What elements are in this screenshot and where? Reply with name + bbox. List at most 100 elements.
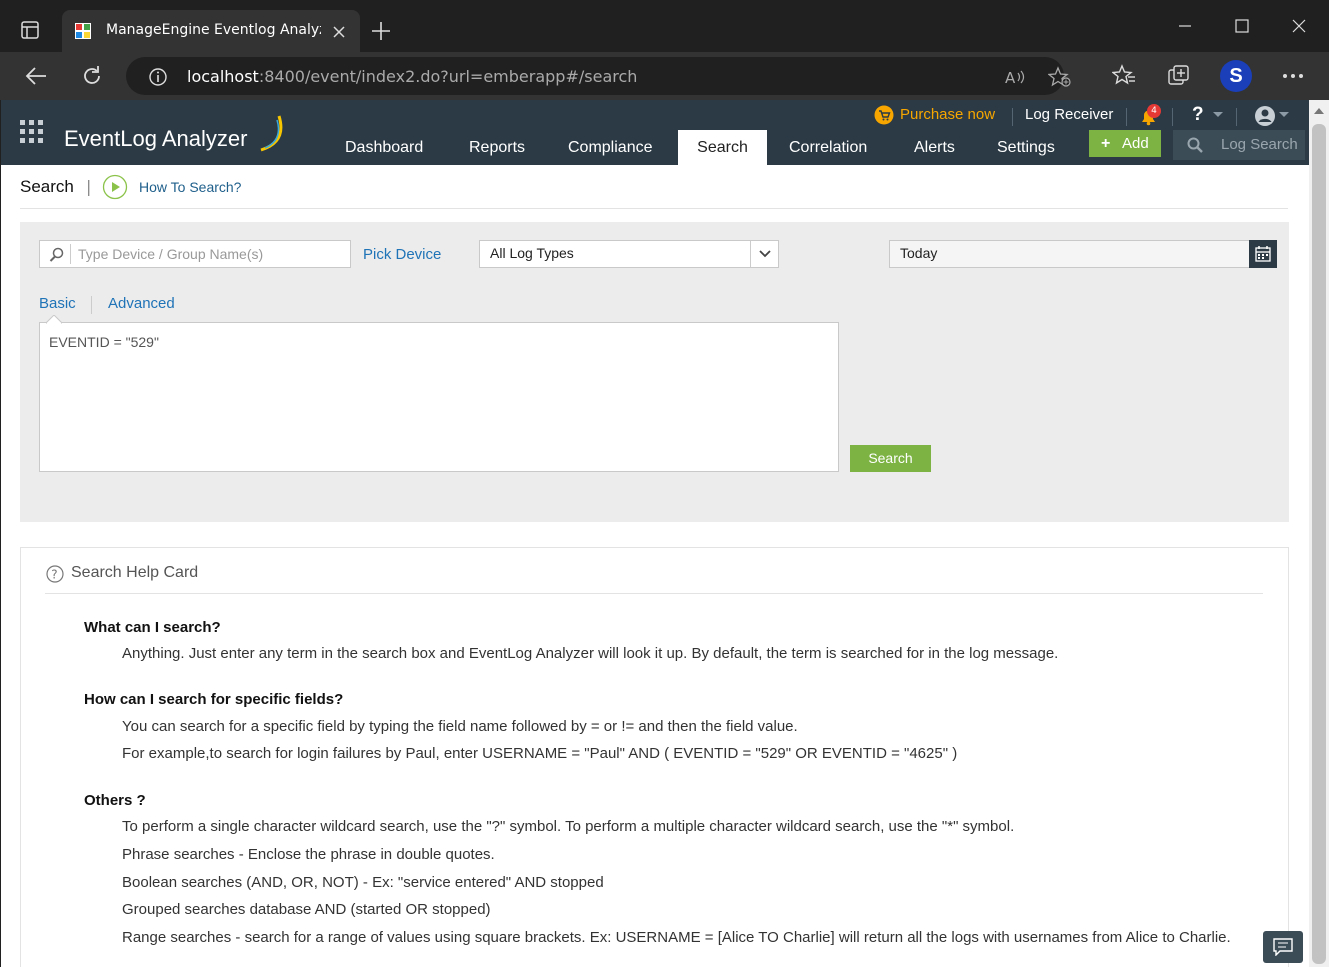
log-search-box[interactable]: Log Search (1173, 130, 1305, 160)
chevron-down-icon (1279, 112, 1289, 117)
nav-alerts[interactable]: Alerts (896, 130, 973, 165)
help-answer: Boolean searches (AND, OR, NOT) - Ex: "s… (122, 874, 604, 891)
app-header: EventLog Analyzer Purchase now Log Recei… (1, 100, 1309, 165)
search-panel: Type Device / Group Name(s) Pick Device … (20, 222, 1289, 522)
search-icon (49, 247, 64, 262)
date-range-value: Today (900, 245, 938, 261)
app-logo-text: EventLog Analyzer (64, 126, 248, 151)
nav-correlation[interactable]: Correlation (771, 130, 885, 165)
help-question: How can I search for specific fields? (84, 691, 344, 708)
divider (1012, 108, 1013, 126)
calendar-button[interactable] (1249, 240, 1277, 268)
chat-button[interactable] (1263, 931, 1303, 963)
plus-icon: + (1101, 135, 1111, 152)
help-answer: Grouped searches database AND (started O… (122, 901, 491, 918)
refresh-icon[interactable] (80, 64, 104, 88)
nav-compliance[interactable]: Compliance (550, 130, 670, 165)
scrollbar[interactable] (1309, 100, 1329, 967)
browser-tab-bar: ManageEngine Eventlog Analyzer (0, 0, 1329, 52)
search-button[interactable]: Search (850, 445, 931, 472)
nav-dashboard[interactable]: Dashboard (327, 130, 441, 165)
svg-text:?: ? (51, 568, 57, 582)
title-separator: | (86, 177, 92, 196)
close-tab-icon[interactable] (332, 25, 346, 39)
favicon-icon (75, 23, 91, 39)
divider (1172, 108, 1173, 126)
help-card-title: Search Help Card (71, 564, 199, 581)
play-circle-icon[interactable] (102, 174, 128, 200)
purchase-now-link[interactable]: Purchase now (900, 106, 995, 123)
how-to-search-link[interactable]: How To Search? (139, 179, 241, 195)
tab-basic[interactable]: Basic (39, 295, 76, 312)
log-type-select[interactable]: All Log Types (479, 240, 779, 268)
svg-text:A: A (1005, 69, 1016, 86)
help-question: Others ? (84, 792, 146, 809)
add-favorite-icon[interactable] (1048, 66, 1072, 88)
chevron-down-icon (759, 250, 771, 258)
help-menu[interactable]: ? (1192, 104, 1204, 126)
help-question: What can I search? (84, 619, 221, 636)
app-launcher-icon[interactable] (20, 120, 44, 144)
calendar-icon (1255, 246, 1271, 262)
divider (750, 241, 751, 267)
divider (1236, 108, 1237, 126)
site-info-icon[interactable] (148, 67, 168, 87)
divider (20, 208, 1288, 209)
url-text: localhost:8400/event/index2.do?url=ember… (187, 67, 637, 86)
page-title: Search (20, 177, 74, 196)
profile-avatar[interactable]: S (1220, 60, 1252, 92)
query-textarea[interactable]: EVENTID = "529" (39, 322, 839, 472)
tab-pointer (46, 315, 62, 324)
chevron-down-icon (1213, 112, 1223, 117)
question-circle-icon: ? (46, 565, 64, 583)
minimize-icon[interactable] (1177, 18, 1193, 34)
scrollbar-thumb[interactable] (1312, 124, 1326, 964)
address-bar-row: localhost:8400/event/index2.do?url=ember… (0, 52, 1329, 100)
help-answer: Anything. Just enter any term in the sea… (122, 645, 1059, 662)
notification-badge: 4 (1147, 104, 1161, 118)
url-host: localhost (187, 67, 259, 86)
read-aloud-icon[interactable]: A (1004, 68, 1026, 86)
back-icon[interactable] (24, 65, 48, 87)
help-answer: Range searches - search for a range of v… (122, 929, 1231, 946)
divider (1126, 108, 1127, 126)
help-answer: For example,to search for login failures… (122, 745, 958, 762)
close-window-icon[interactable] (1291, 18, 1307, 34)
date-range-field[interactable]: Today (889, 240, 1277, 268)
add-button[interactable]: + Add (1089, 130, 1161, 157)
divider (91, 296, 92, 314)
user-account-icon[interactable] (1254, 105, 1276, 127)
browser-tab[interactable]: ManageEngine Eventlog Analyzer (62, 10, 360, 52)
query-text: EVENTID = "529" (49, 334, 159, 350)
help-answer: To perform a single character wildcard s… (122, 818, 1015, 835)
help-answer: You can search for a specific field by t… (122, 718, 798, 735)
device-input-placeholder: Type Device / Group Name(s) (78, 246, 264, 262)
collections-icon[interactable] (1167, 64, 1191, 88)
more-menu-icon[interactable] (1282, 72, 1304, 80)
log-type-value: All Log Types (490, 245, 574, 261)
device-search-input[interactable]: Type Device / Group Name(s) (39, 240, 351, 268)
app-viewport: EventLog Analyzer Purchase now Log Recei… (1, 100, 1309, 967)
tab-title: ManageEngine Eventlog Analyzer (106, 22, 321, 38)
divider (45, 593, 1263, 594)
search-icon (1187, 137, 1203, 153)
scroll-up-icon[interactable] (1314, 108, 1324, 114)
favorites-icon[interactable] (1112, 64, 1136, 88)
maximize-icon[interactable] (1234, 18, 1250, 34)
new-tab-icon[interactable] (371, 21, 391, 41)
tab-actions-icon[interactable] (20, 20, 40, 40)
tab-advanced[interactable]: Advanced (108, 295, 175, 312)
url-field[interactable]: localhost:8400/event/index2.do?url=ember… (126, 57, 1071, 95)
nav-reports[interactable]: Reports (451, 130, 543, 165)
nav-search[interactable]: Search (678, 130, 767, 165)
log-search-label: Log Search (1221, 136, 1298, 153)
pick-device-link[interactable]: Pick Device (363, 246, 441, 263)
logo-swoosh-icon (260, 115, 283, 152)
help-answer: Phrase searches - Enclose the phrase in … (122, 846, 495, 863)
nav-settings[interactable]: Settings (979, 130, 1073, 165)
log-receiver-link[interactable]: Log Receiver (1025, 106, 1113, 123)
url-path: :8400/event/index2.do?url=emberapp#/sear… (258, 67, 638, 86)
cart-icon (874, 105, 894, 125)
chat-icon (1273, 938, 1293, 956)
add-button-label: Add (1122, 135, 1149, 152)
